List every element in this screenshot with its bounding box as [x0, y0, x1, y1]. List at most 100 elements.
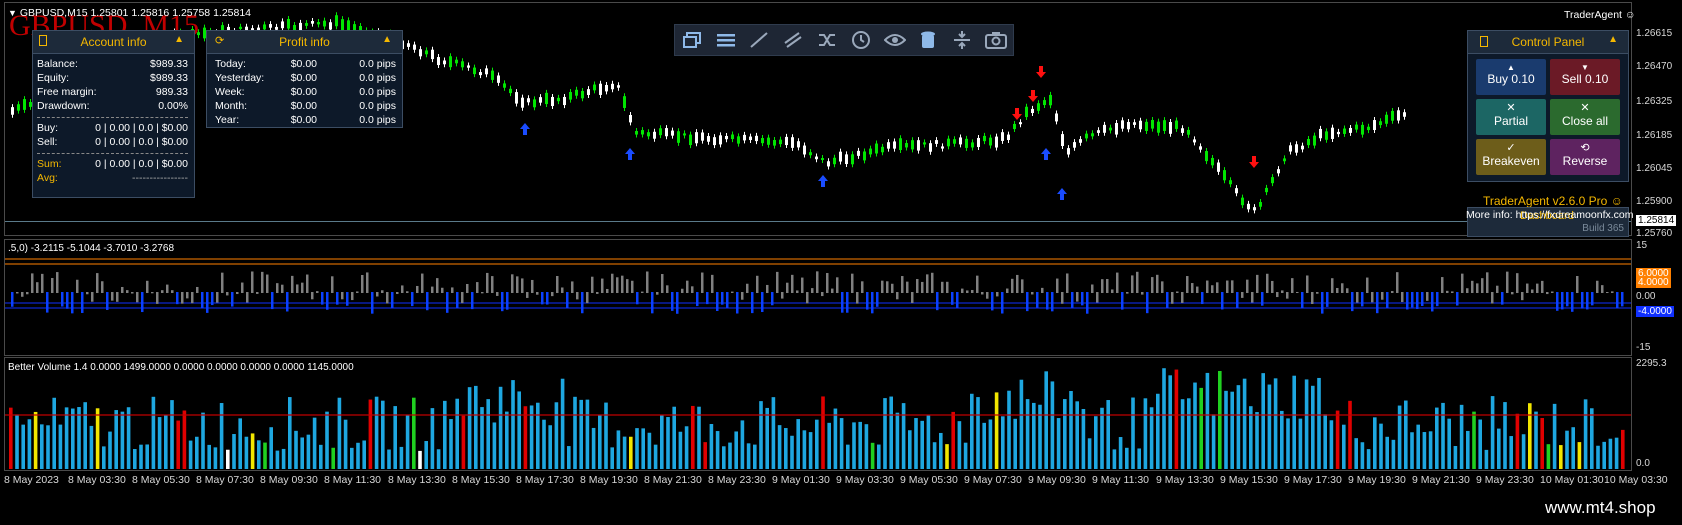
control-panel-header[interactable]: Control Panel ▲	[1468, 31, 1628, 54]
volume-bar	[9, 407, 13, 469]
level-icon[interactable]	[949, 27, 975, 53]
osc-bar	[961, 288, 964, 293]
volume-bar	[356, 442, 360, 469]
volume-bar	[170, 400, 174, 469]
osc-bar	[656, 292, 659, 295]
osc-bar	[1486, 272, 1489, 293]
osc-bar	[1136, 271, 1139, 293]
volume-bar	[1193, 382, 1197, 469]
collapse-icon[interactable]: ▲	[1608, 34, 1618, 45]
volume-bar	[1521, 434, 1526, 469]
volume-bar	[15, 414, 19, 469]
volume-bar	[114, 410, 118, 469]
time-axis-label: 8 May 03:30	[68, 474, 126, 486]
osc-bar	[1296, 291, 1299, 293]
osc-bar	[331, 276, 334, 293]
osc-bar	[741, 292, 744, 300]
osc-bar	[1091, 284, 1094, 293]
more-info-link[interactable]: More info: https://fxdreamoonfx.com	[1466, 209, 1634, 221]
osc-bar	[1096, 292, 1099, 303]
windows-icon[interactable]	[679, 27, 705, 53]
volume-bar	[95, 408, 100, 469]
osc-bar	[416, 285, 419, 293]
osc-bar	[1451, 291, 1454, 293]
osc-bar	[146, 280, 149, 293]
osc-bar	[951, 292, 954, 305]
oscillator-pane[interactable]: .5,0) -3.2115 -5.1044 -3.7010 -3.2768	[4, 239, 1632, 356]
osc-bar	[791, 274, 794, 293]
osc-bar	[336, 292, 339, 305]
volume-bar	[1441, 402, 1445, 469]
osc-bar	[46, 292, 49, 313]
price-axis-tick: 1.26045	[1636, 163, 1673, 174]
collapse-icon[interactable]: ▲	[174, 34, 184, 45]
osc-bar	[876, 292, 879, 307]
profit-info-header[interactable]: ⟳ Profit info ▲	[207, 31, 402, 54]
osc-bar	[1546, 292, 1549, 295]
osc-bar	[1251, 292, 1254, 303]
osc-bar	[1006, 288, 1009, 293]
osc-bar	[1591, 292, 1594, 306]
partial-button[interactable]: ✕ Partial	[1476, 99, 1546, 135]
clock-icon[interactable]	[848, 27, 874, 53]
dropdown-icon[interactable]: ▼	[8, 8, 17, 18]
reverse-button[interactable]: ⟲ Reverse	[1550, 139, 1620, 175]
osc-bar	[1386, 292, 1389, 308]
sell-arrow-icon	[1028, 90, 1038, 102]
line-icon[interactable]	[746, 27, 772, 53]
close-icon: ✕	[1506, 102, 1516, 114]
close-all-button[interactable]: ✕ Close all	[1550, 99, 1620, 135]
price-axis-tick: 1.25900	[1636, 196, 1673, 207]
account-info-header[interactable]: Account info ▲	[33, 31, 194, 54]
time-axis-label: 8 May 13:30	[388, 474, 446, 486]
time-axis-label: 8 May 15:30	[452, 474, 510, 486]
osc-bar	[1326, 292, 1329, 307]
volume-bar	[1583, 399, 1588, 469]
buy-arrow-icon	[1057, 188, 1067, 200]
price-axis-tick: 1.26325	[1636, 96, 1673, 107]
osc-bar	[226, 292, 229, 296]
sell-button[interactable]: ▼ Sell 0.10	[1550, 59, 1620, 95]
volume-bar	[244, 436, 249, 469]
volume-bar	[678, 431, 683, 469]
collapse-icon[interactable]: ▲	[382, 34, 392, 45]
menu-icon[interactable]	[713, 27, 739, 53]
account-info-title: Account info	[80, 35, 147, 49]
osc-bar	[1066, 273, 1069, 293]
volume-bar	[1087, 438, 1092, 469]
osc-bar	[111, 292, 114, 301]
osc-bar	[1586, 292, 1589, 310]
volume-bar	[263, 442, 267, 469]
osc-bar	[1276, 292, 1279, 298]
volume-bar	[1174, 369, 1179, 469]
eye-icon[interactable]	[882, 27, 908, 53]
osc-bar	[396, 292, 399, 294]
volume-bar	[1007, 390, 1011, 469]
trash-icon[interactable]	[915, 27, 941, 53]
osc-bar	[976, 275, 979, 293]
volume-bar	[467, 387, 472, 469]
osc-bar	[76, 279, 79, 293]
volume-bar	[790, 435, 794, 469]
volume-bar	[877, 444, 881, 469]
price-axis-tick: 1.26470	[1636, 61, 1673, 72]
brand-label: TraderAgent ☺	[1564, 9, 1636, 21]
osc-bar	[576, 292, 579, 300]
camera-icon[interactable]	[983, 27, 1009, 53]
breakeven-button[interactable]: ✓ Breakeven	[1476, 139, 1546, 175]
osc-bar	[1131, 275, 1134, 293]
volume-bar	[71, 408, 75, 469]
profit-row: Month: $0.00 0.0 pips	[215, 100, 396, 112]
osc-bar	[1061, 292, 1064, 304]
volume-bar	[1149, 407, 1154, 469]
osc-bar	[246, 292, 249, 303]
osc-bar	[1056, 278, 1059, 293]
volume-bar	[1063, 399, 1067, 469]
channel-icon[interactable]	[780, 27, 806, 53]
osc-bar	[1361, 292, 1364, 307]
shuffle-icon[interactable]	[814, 27, 840, 53]
osc-bar	[676, 292, 679, 314]
buy-button[interactable]: ▲ Buy 0.10	[1476, 59, 1546, 95]
volume-pane[interactable]: Better Volume 1.4 0.0000 1499.0000 0.000…	[4, 357, 1632, 471]
volume-bar	[188, 440, 193, 469]
